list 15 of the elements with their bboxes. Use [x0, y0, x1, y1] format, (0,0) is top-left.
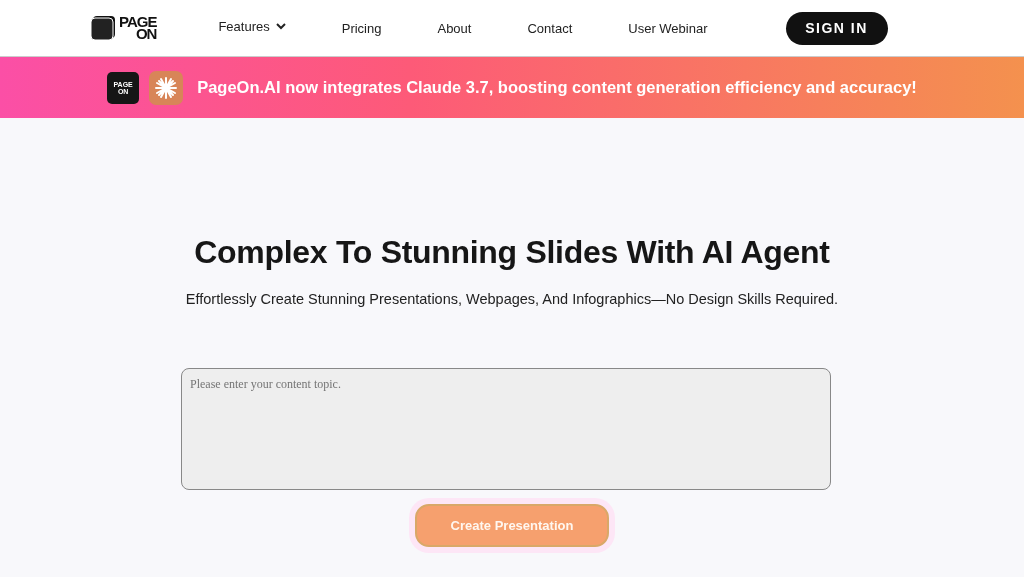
- nav-link[interactable]: Contact: [527, 20, 573, 36]
- logo-text: PAGE: [119, 16, 157, 28]
- nav-link[interactable]: User Webinar: [628, 20, 708, 36]
- logo-icon: [90, 15, 116, 41]
- starburst-icon: [149, 70, 184, 105]
- hero-title: Complex To Stunning Slides With AI Agent: [194, 234, 830, 271]
- sign-in-button[interactable]: SIGN IN: [785, 11, 888, 45]
- logo-text: ON: [135, 28, 157, 40]
- nav-link[interactable]: Pricing: [341, 20, 382, 36]
- banner-text: PageOn.AI now integrates Claude 3.7, boosting content generation efficiency and accuracy!: [197, 78, 917, 97]
- topic-input-field[interactable]: Please enter your content topic.: [181, 368, 831, 490]
- hero-subtitle: Effortlessly Create Stunning Presentations, Webpages, And Infographics—No Design Skills Required.: [185, 291, 839, 307]
- nav-link[interactable]: Features: [218, 18, 286, 34]
- chevron-down-icon: [275, 22, 286, 30]
- nav-link[interactable]: About: [437, 20, 472, 36]
